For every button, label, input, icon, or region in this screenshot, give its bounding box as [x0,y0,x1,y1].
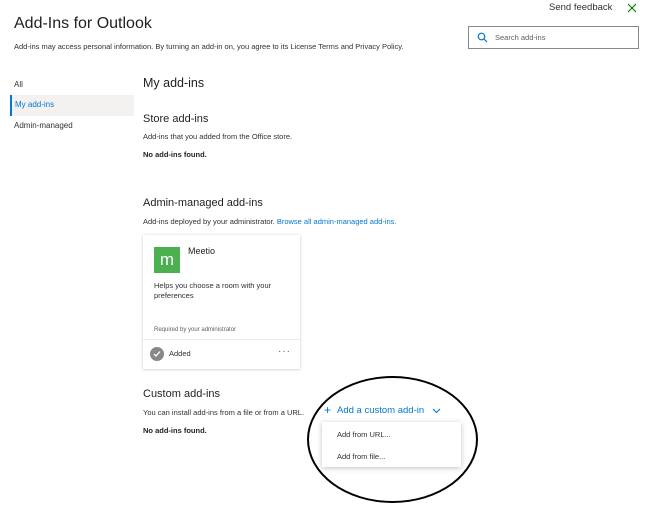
custom-heading: Custom add-ins [143,388,221,400]
sidebar-item-my-add-ins[interactable]: My add-ins [10,95,134,116]
store-empty-text: No add-ins found. [143,150,207,159]
close-icon[interactable] [625,1,639,15]
page-description: Add-ins may access personal information.… [14,42,404,51]
admin-description-line: Add-ins deployed by your administrator. … [143,217,397,226]
addin-card[interactable]: m Meetio Helps you choose a room with yo… [143,235,300,369]
checkmark-icon [150,347,164,361]
browse-admin-link[interactable]: Browse all admin-managed add-ins. [277,217,397,226]
sidebar-item-admin-managed[interactable]: Admin-managed [14,121,73,130]
plus-icon: + [324,403,332,417]
custom-empty-text: No add-ins found. [143,426,207,435]
custom-description: You can install add-ins from a file or f… [143,408,305,417]
card-divider [143,339,300,340]
admin-description: Add-ins deployed by your administrator. [143,217,275,226]
search-box[interactable] [468,26,639,49]
admin-heading: Admin-managed add-ins [143,197,263,209]
addin-required-note: Required by your administrator [154,327,237,333]
search-icon [477,32,488,43]
chevron-down-icon [432,408,441,414]
more-options-icon[interactable]: ··· [278,346,291,357]
addin-description: Helps you choose a room with your prefer… [154,281,272,300]
search-input[interactable] [495,30,633,45]
selection-indicator [10,95,12,116]
add-custom-menu: Add from URL... Add from file... [322,422,461,467]
addin-name: Meetio [188,246,216,256]
page-title: Add-Ins for Outlook [14,15,152,32]
add-custom-label: Add a custom add-in [337,405,425,416]
store-description: Add-ins that you added from the Office s… [143,132,293,141]
sidebar-item-all[interactable]: All [14,80,23,89]
addin-logo: m [154,247,180,273]
section-title: My add-ins [143,76,205,90]
sidebar-item-label: My add-ins [15,100,55,109]
menu-item-add-from-file[interactable]: Add from file... [322,446,461,467]
addin-status: Added [169,349,191,358]
send-feedback-link[interactable]: Send feedback [549,2,612,13]
menu-item-add-from-url[interactable]: Add from URL... [322,424,461,445]
store-heading: Store add-ins [143,113,209,125]
